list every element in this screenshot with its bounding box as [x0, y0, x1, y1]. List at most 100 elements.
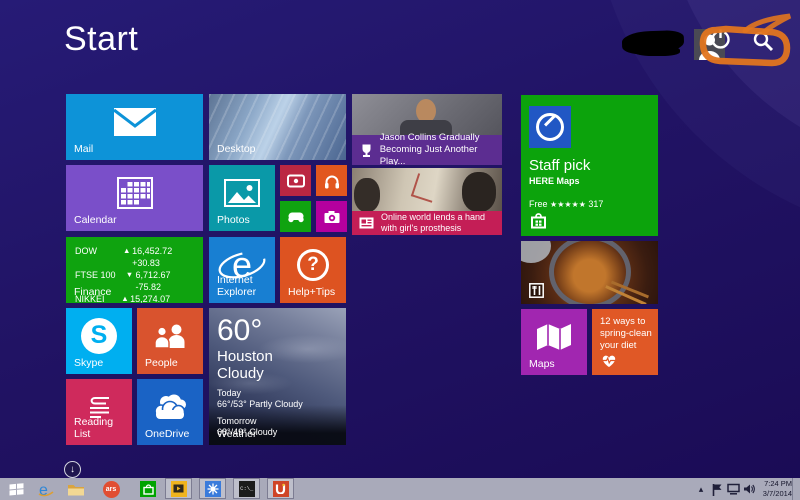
- tile-music[interactable]: [316, 165, 347, 196]
- tile-store-staff-pick[interactable]: Staff pick HERE Maps Free ★★★★★ 317: [521, 95, 658, 236]
- search-button[interactable]: [752, 30, 775, 58]
- tile-label: Calendar: [74, 214, 117, 226]
- background-swirl: [661, 0, 800, 169]
- u-app-icon: [272, 480, 289, 497]
- ars-icon: ars: [102, 480, 120, 498]
- onedrive-clouds-icon: [154, 394, 186, 419]
- store-icon: [140, 481, 156, 497]
- tray-network[interactable]: [726, 478, 741, 500]
- people-icon: [154, 324, 185, 348]
- tile-label: Skype: [74, 357, 104, 369]
- clock-date: 3/7/2014: [762, 489, 792, 498]
- tile-health-fitness[interactable]: 12 ways to spring-clean your diet: [592, 309, 658, 375]
- tile-sports[interactable]: Jason Collins Gradually Becoming Just An…: [352, 94, 502, 165]
- tile-label: People: [145, 357, 178, 369]
- taskbar-running-app-red[interactable]: [267, 478, 294, 499]
- tile-photos[interactable]: Photos: [209, 165, 275, 231]
- tile-label: Maps: [529, 358, 555, 370]
- down-arrow-icon: ↓: [70, 464, 75, 475]
- taskbar-windows-store[interactable]: [136, 478, 160, 500]
- redacted-username: [634, 46, 680, 56]
- clock-time: 7:24 PM: [764, 479, 792, 488]
- map-icon: [537, 323, 571, 350]
- help-question-icon: ?: [297, 248, 329, 281]
- taskbar-file-explorer[interactable]: [64, 478, 88, 500]
- tile-maps[interactable]: Maps: [521, 309, 587, 375]
- heart-pulse-icon: [602, 355, 616, 367]
- photos-icon: [224, 178, 260, 207]
- video-icon: [286, 174, 305, 187]
- staff-pick-app: HERE Maps: [529, 176, 580, 186]
- sunburst-app-icon: [204, 480, 221, 497]
- sports-caption: Jason Collins Gradually Becoming Just An…: [379, 132, 480, 165]
- calendar-icon: [116, 176, 153, 209]
- chevron-up-icon: ▴: [698, 483, 704, 494]
- trophy-icon: [362, 144, 371, 157]
- tile-label: Internet Explorer: [217, 274, 257, 298]
- weather-temp: 60°: [217, 314, 263, 347]
- taskbar-internet-explorer[interactable]: e: [33, 478, 57, 500]
- fork-knife-icon: [529, 283, 544, 298]
- tile-onedrive[interactable]: OneDrive: [137, 379, 203, 445]
- all-apps-button[interactable]: ↓: [64, 461, 81, 478]
- taskbar-running-app-yellow[interactable]: [165, 478, 192, 499]
- tile-label: Desktop: [217, 143, 256, 155]
- tile-video[interactable]: [280, 165, 311, 196]
- tray-expand-button[interactable]: ▴: [695, 478, 707, 500]
- weather-today-label: Today: [217, 388, 242, 398]
- news-photo: [352, 168, 502, 212]
- page-title: Start: [64, 20, 139, 58]
- tile-label: Photos: [217, 214, 250, 226]
- weather-today-detail: 66°/53° Partly Cloudy: [217, 399, 303, 409]
- tile-news[interactable]: Online world lends a hand with girl's pr…: [352, 168, 502, 235]
- video-app-icon: [170, 480, 187, 497]
- weather-city: Houston: [217, 348, 273, 365]
- tile-label: OneDrive: [145, 428, 190, 440]
- search-icon: [753, 31, 774, 52]
- health-headline: 12 ways to spring-clean your diet: [600, 316, 652, 351]
- headphones-icon: [324, 175, 339, 188]
- skype-icon: S: [81, 317, 117, 354]
- staff-pick-title: Staff pick: [529, 157, 591, 174]
- rating-stars: ★★★★★: [550, 200, 586, 209]
- taskbar-start-button[interactable]: [4, 478, 28, 500]
- tile-desktop[interactable]: Desktop: [209, 94, 346, 160]
- taskbar-running-command-prompt[interactable]: C:\_: [233, 478, 260, 499]
- news-caption: Online world lends a hand with girl's pr…: [381, 212, 486, 233]
- tile-food-drink[interactable]: [521, 241, 658, 304]
- tile-label: Help+Tips: [288, 286, 336, 298]
- weather-condition: Cloudy: [217, 365, 264, 382]
- store-bag-icon: [531, 213, 546, 229]
- tile-internet-explorer[interactable]: e Internet Explorer: [209, 237, 275, 303]
- mail-icon: [112, 107, 157, 136]
- tile-mail[interactable]: Mail: [66, 94, 203, 160]
- folder-icon: [68, 485, 84, 496]
- taskbar-ars-technica[interactable]: ars: [99, 478, 123, 500]
- power-button[interactable]: [709, 27, 732, 55]
- staff-pick-price-rating: Free ★★★★★ 317: [529, 199, 604, 209]
- tile-help-tips[interactable]: ? Help+Tips: [280, 237, 346, 303]
- start-screen: Start Mail Desktop Jason Collins Gradual…: [0, 0, 800, 500]
- tile-label: Weather: [217, 428, 257, 440]
- game-controller-icon: [287, 212, 304, 222]
- tile-label: Finance: [74, 286, 112, 298]
- tile-camera[interactable]: [316, 201, 347, 232]
- tile-reading-list[interactable]: Reading List: [66, 379, 132, 445]
- windows-logo-icon: [9, 483, 23, 496]
- show-desktop-button[interactable]: [792, 478, 800, 500]
- tile-games[interactable]: [280, 201, 311, 232]
- tile-skype[interactable]: S Skype: [66, 308, 132, 374]
- tray-action-center[interactable]: [710, 478, 724, 500]
- tile-weather[interactable]: 60° Houston Cloudy Today 66°/53° Partly …: [209, 308, 346, 445]
- tile-label: Reading List: [74, 416, 114, 440]
- tile-people[interactable]: People: [137, 308, 203, 374]
- internet-explorer-icon: e: [38, 482, 53, 498]
- tile-finance[interactable]: DOW ▲ 16,452.72 +30.83 FTSE 100 ▼ 6,712.67 -…: [66, 237, 203, 303]
- sports-photo: [352, 94, 502, 136]
- taskbar-running-app-blue[interactable]: [199, 478, 226, 499]
- tile-calendar[interactable]: Calendar: [66, 165, 203, 231]
- camera-icon: [324, 210, 339, 223]
- network-icon: [727, 483, 740, 495]
- command-prompt-icon: C:\_: [238, 480, 255, 497]
- taskbar-clock[interactable]: 7:24 PM 3/7/2014: [750, 479, 792, 499]
